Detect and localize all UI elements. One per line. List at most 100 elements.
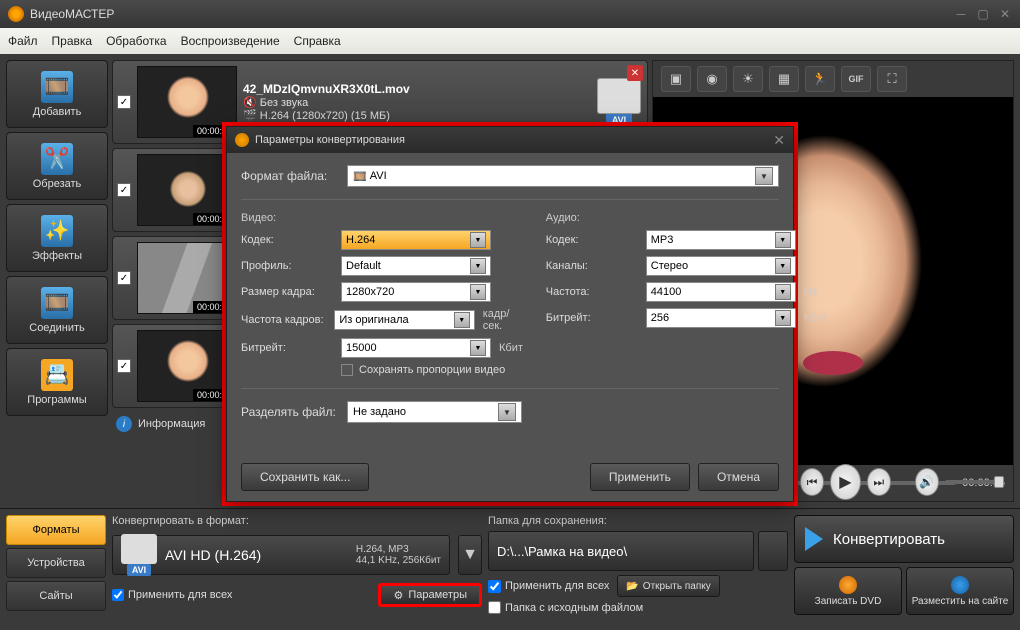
frequency-label: Частота: bbox=[546, 286, 642, 298]
frequency-unit: Hz bbox=[804, 286, 817, 298]
write-dvd-button[interactable]: Записать DVD bbox=[794, 567, 902, 615]
publish-button[interactable]: Разместить на сайте bbox=[906, 567, 1014, 615]
file-name: 42_MDzIQmvnuXR3X0tL.mov bbox=[243, 82, 589, 96]
video-bitrate-dropdown[interactable]: 15000▼ bbox=[341, 338, 491, 358]
crop-tool-icon[interactable]: ▣ bbox=[661, 66, 691, 92]
convert-arrow-icon bbox=[805, 527, 823, 551]
apply-button[interactable]: Применить bbox=[590, 463, 690, 491]
app-logo-icon bbox=[8, 6, 24, 22]
apply-all-folder-checkbox[interactable]: Применить для всех bbox=[488, 580, 609, 593]
brightness-tool-icon[interactable]: ☀ bbox=[733, 66, 763, 92]
split-file-value: Не задано bbox=[353, 406, 406, 418]
frame-size-dropdown[interactable]: 1280x720▼ bbox=[341, 282, 491, 302]
folder-open-icon: 📂 bbox=[626, 581, 638, 592]
folder-path-selector[interactable]: D:\...\Рамка на видео\ bbox=[488, 531, 754, 571]
sidebar-programs[interactable]: 📇 Программы bbox=[6, 348, 108, 416]
file-format-value: AVI bbox=[370, 170, 387, 182]
source-folder-label: Папка с исходным файлом bbox=[505, 602, 643, 614]
speed-tool-icon[interactable]: 🏃 bbox=[805, 66, 835, 92]
gear-icon: ⚙ bbox=[393, 589, 403, 602]
volume-button[interactable]: 🔊 bbox=[915, 468, 939, 496]
window-title: ВидеоМАСТЕР bbox=[30, 7, 114, 21]
cancel-button[interactable]: Отмена bbox=[698, 463, 779, 491]
close-button[interactable]: ✕ bbox=[998, 7, 1012, 21]
fullscreen-tool-icon[interactable]: ⛶ bbox=[877, 66, 907, 92]
sidebar-effects[interactable]: ✨ Эффекты bbox=[6, 204, 108, 272]
file-checkbox[interactable]: ✓ bbox=[117, 271, 131, 285]
next-button[interactable]: ⏭ bbox=[867, 468, 891, 496]
rotate-tool-icon[interactable]: ◉ bbox=[697, 66, 727, 92]
maximize-button[interactable]: ▢ bbox=[976, 7, 990, 21]
menu-playback[interactable]: Воспроизведение bbox=[181, 34, 280, 48]
sidebar-add[interactable]: 🎞️ Добавить bbox=[6, 60, 108, 128]
minimize-button[interactable]: ─ bbox=[954, 7, 968, 21]
format-selector[interactable]: AVI AVI HD (H.264) H.264, MP3 44,1 KHz, … bbox=[112, 535, 450, 575]
menu-help[interactable]: Справка bbox=[294, 34, 341, 48]
dialog-close-button[interactable]: ✕ bbox=[773, 132, 785, 149]
apply-all-folder-label: Применить для всех bbox=[505, 580, 609, 592]
parameters-button-label: Параметры bbox=[408, 589, 467, 601]
save-as-button[interactable]: Сохранить как... bbox=[241, 463, 369, 491]
file-checkbox[interactable]: ✓ bbox=[117, 183, 131, 197]
tab-formats[interactable]: Форматы bbox=[6, 515, 106, 545]
apply-all-checkbox[interactable]: Применить для всех bbox=[112, 589, 232, 601]
tab-sites[interactable]: Сайты bbox=[6, 581, 106, 611]
format-badge-label: AVI bbox=[127, 564, 151, 576]
channels-dropdown[interactable]: Стерео▼ bbox=[646, 256, 796, 276]
file-checkbox[interactable]: ✓ bbox=[117, 95, 131, 109]
menu-process[interactable]: Обработка bbox=[106, 34, 167, 48]
fps-dropdown[interactable]: Из оригинала▼ bbox=[334, 310, 474, 330]
open-folder-button[interactable]: 📂 Открыть папку bbox=[617, 575, 719, 597]
video-profile-label: Профиль: bbox=[241, 260, 337, 272]
window-controls: ─ ▢ ✕ bbox=[954, 7, 1012, 21]
frequency-dropdown[interactable]: 44100▼ bbox=[646, 282, 796, 302]
format-badge: AVI bbox=[595, 78, 643, 126]
sidebar-cut[interactable]: ✂️ Обрезать bbox=[6, 132, 108, 200]
source-folder-checkbox[interactable]: Папка с исходным файлом bbox=[488, 601, 643, 614]
split-file-dropdown[interactable]: Не задано ▼ bbox=[347, 401, 522, 423]
convert-label: Конвертировать в формат: bbox=[112, 515, 482, 527]
file-format-dropdown[interactable]: 🎞️ AVI ▼ bbox=[347, 165, 779, 187]
channels-label: Каналы: bbox=[546, 260, 642, 272]
volume-slider[interactable] bbox=[945, 480, 1004, 484]
format-dropdown-arrow[interactable]: ▼ bbox=[458, 535, 482, 575]
chevron-down-icon: ▼ bbox=[498, 403, 516, 421]
menu-file[interactable]: Файл bbox=[8, 34, 38, 48]
play-button[interactable]: ▶ bbox=[830, 464, 861, 500]
convert-button[interactable]: Конвертировать bbox=[794, 515, 1014, 563]
browse-folder-button[interactable] bbox=[758, 531, 788, 571]
audio-codec-dropdown[interactable]: MP3▼ bbox=[646, 230, 796, 250]
video-section-label: Видео: bbox=[241, 212, 526, 224]
sidebar-join[interactable]: 🎞️ Соединить bbox=[6, 276, 108, 344]
frame-tool-icon[interactable]: ▦ bbox=[769, 66, 799, 92]
remove-file-button[interactable]: ✕ bbox=[627, 65, 643, 81]
tab-devices[interactable]: Устройства bbox=[6, 548, 106, 578]
gif-tool-icon[interactable]: GIF bbox=[841, 66, 871, 92]
file-meta: 42_MDzIQmvnuXR3X0tL.mov 🔇 Без звука 🎬 H.… bbox=[243, 82, 589, 122]
video-codec-dropdown[interactable]: H.264▼ bbox=[341, 230, 491, 250]
video-profile-dropdown[interactable]: Default▼ bbox=[341, 256, 491, 276]
keep-aspect-checkbox[interactable]: Сохранять пропорции видео bbox=[341, 364, 526, 376]
gear-icon bbox=[235, 133, 249, 147]
sidebar-effects-label: Эффекты bbox=[32, 250, 82, 262]
convert-button-label: Конвертировать bbox=[833, 531, 945, 548]
dvd-icon bbox=[839, 576, 857, 594]
format-sub1: H.264, MP3 bbox=[356, 544, 441, 555]
playback-controls: ⏮ ▶ ⏭ 🔊 bbox=[800, 464, 1004, 500]
prev-button[interactable]: ⏮ bbox=[800, 468, 824, 496]
file-checkbox[interactable]: ✓ bbox=[117, 359, 131, 373]
file-video: H.264 (1280x720) (15 МБ) bbox=[260, 110, 390, 122]
bottom-panel: Форматы Устройства Сайты Конвертировать … bbox=[0, 508, 1020, 630]
info-label: Информация bbox=[138, 418, 205, 430]
folder-label: Папка для сохранения: bbox=[488, 515, 788, 527]
parameters-dialog: Параметры конвертирования ✕ Формат файла… bbox=[226, 126, 794, 502]
menu-edit[interactable]: Правка bbox=[52, 34, 93, 48]
parameters-button[interactable]: ⚙ Параметры bbox=[378, 583, 482, 607]
dialog-title: Параметры конвертирования bbox=[255, 134, 405, 146]
sidebar: 🎞️ Добавить ✂️ Обрезать ✨ Эффекты 🎞️ Сое… bbox=[6, 60, 108, 502]
menu-bar: Файл Правка Обработка Воспроизведение Сп… bbox=[0, 28, 1020, 54]
film-add-icon: 🎞️ bbox=[41, 71, 73, 103]
video-column: Видео: Кодек: H.264▼ Профиль: Default▼ Р… bbox=[241, 212, 526, 376]
audio-bitrate-dropdown[interactable]: 256▼ bbox=[646, 308, 796, 328]
audio-section-label: Аудио: bbox=[546, 212, 828, 224]
